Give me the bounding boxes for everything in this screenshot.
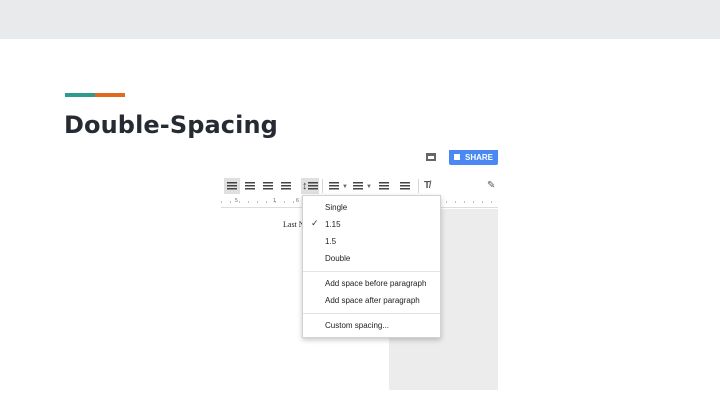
numbered-list-button[interactable] bbox=[327, 178, 340, 194]
comment-icon[interactable] bbox=[426, 153, 436, 161]
numbered-list-icon bbox=[329, 182, 339, 191]
align-justify-icon bbox=[281, 182, 291, 191]
ruler-number: 5 bbox=[235, 198, 238, 204]
menu-item-1-15[interactable]: 1.15 bbox=[325, 220, 341, 229]
menu-item-double[interactable]: Double bbox=[325, 254, 350, 263]
ruler-number: 1 bbox=[273, 198, 276, 204]
align-center-button[interactable] bbox=[242, 178, 258, 194]
menu-item-1-5[interactable]: 1.5 bbox=[325, 237, 336, 246]
menu-item-single[interactable]: Single bbox=[325, 203, 347, 212]
decrease-indent-icon bbox=[379, 182, 389, 191]
menu-item-space-before[interactable]: Add space before paragraph bbox=[325, 279, 426, 288]
align-justify-button[interactable] bbox=[278, 178, 294, 194]
increase-indent-icon bbox=[400, 182, 410, 191]
menu-item-space-after[interactable]: Add space after paragraph bbox=[325, 296, 420, 305]
increase-indent-button[interactable] bbox=[397, 178, 413, 194]
line-spacing-button[interactable]: ↕ bbox=[301, 178, 319, 194]
align-left-button[interactable] bbox=[224, 178, 240, 194]
chevron-down-icon[interactable]: ▼ bbox=[366, 184, 372, 190]
slide-title: Double-Spacing bbox=[64, 111, 278, 139]
menu-item-custom-spacing[interactable]: Custom spacing... bbox=[325, 321, 389, 330]
docs-screenshot: SHARE ↕ ▼ ▼ T̸ ✎ 5 1 6 Last N Single ✓ 1… bbox=[221, 150, 498, 390]
chevron-down-icon[interactable]: ▼ bbox=[342, 184, 348, 190]
align-left-icon bbox=[227, 182, 237, 191]
accent-bar-teal bbox=[65, 93, 95, 97]
accent-bar-orange bbox=[95, 93, 125, 97]
align-center-icon bbox=[245, 182, 255, 191]
align-right-button[interactable] bbox=[260, 178, 276, 194]
toolbar-separator bbox=[322, 179, 323, 193]
menu-divider bbox=[303, 313, 440, 314]
bulleted-list-button[interactable] bbox=[351, 178, 364, 194]
toolbar-separator bbox=[418, 179, 419, 193]
ruler-number: 6 bbox=[296, 198, 299, 204]
line-spacing-menu: Single ✓ 1.15 1.5 Double Add space befor… bbox=[302, 195, 441, 338]
share-button[interactable]: SHARE bbox=[449, 150, 498, 165]
share-label: SHARE bbox=[465, 153, 494, 162]
clear-formatting-icon[interactable]: T̸ bbox=[424, 180, 430, 191]
menu-divider bbox=[303, 271, 440, 272]
top-band bbox=[0, 0, 720, 39]
bulleted-list-icon bbox=[353, 182, 363, 191]
check-icon: ✓ bbox=[311, 218, 319, 228]
align-right-icon bbox=[263, 182, 273, 191]
formatting-toolbar: ↕ ▼ ▼ T̸ ✎ bbox=[221, 177, 498, 195]
decrease-indent-button[interactable] bbox=[376, 178, 392, 194]
line-spacing-icon: ↕ bbox=[302, 180, 308, 192]
lock-icon bbox=[454, 154, 460, 160]
pencil-icon[interactable]: ✎ bbox=[487, 180, 495, 191]
